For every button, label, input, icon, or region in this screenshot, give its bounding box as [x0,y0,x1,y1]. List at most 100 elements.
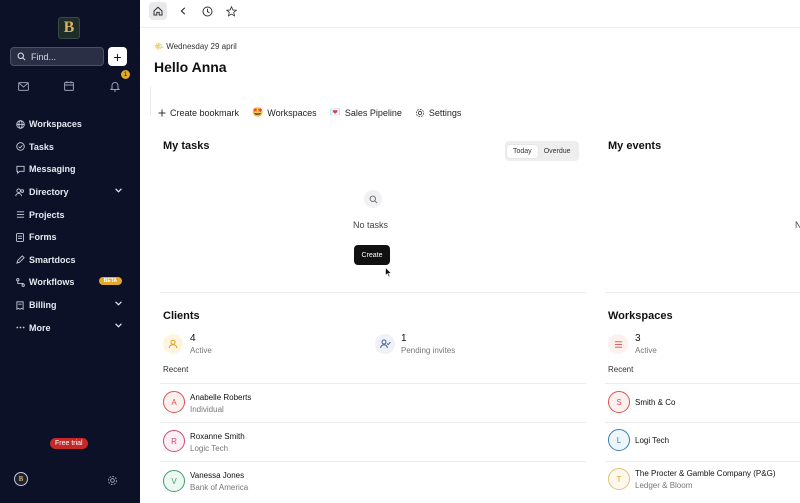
events-title: My events [608,140,662,152]
workspaces-title: Workspaces [608,310,673,322]
chat-icon [15,164,25,174]
sidebar-item-smartdocs[interactable]: Smartdocs [0,249,140,272]
workspace-subtitle: Ledger & Bloom [635,481,693,490]
sidebar-item-label: Projects [29,209,65,220]
divider [160,292,586,293]
sidebar-item-tasks[interactable]: Tasks [0,136,140,159]
workspace-name: Logi Tech [635,436,670,445]
flow-icon [15,277,25,287]
active-workspaces-icon [608,334,628,354]
globe-icon [15,119,25,129]
events-empty-text: N [795,220,800,230]
sun-emoji-icon: 🌤️ [154,42,164,51]
active-clients-label: Active [190,346,212,355]
page-title: Hello Anna [154,59,227,75]
avatar: S [608,391,630,413]
dots-icon [15,323,25,333]
bell-icon [110,81,120,91]
workspaces-bookmark[interactable]: 🤩 Workspaces [252,107,317,118]
tasks-title: My tasks [163,140,210,152]
gear-icon [415,108,425,118]
main-content: 🌤️ Wednesday 29 april Hello Anna Create … [140,0,800,503]
active-workspaces-label: Active [635,346,657,355]
workspace-name: The Procter & Gamble Company (P&G) [635,469,776,478]
inbox-button[interactable] [14,77,32,95]
chevron-down-icon [115,301,122,306]
create-bookmark-link[interactable]: Create bookmark [158,107,239,118]
home-button[interactable] [149,2,167,20]
avatar: T [608,468,630,490]
active-clients-icon [163,334,183,354]
top-toolbar [140,0,800,28]
client-name: Anabelle Roberts [190,393,252,402]
user-icon [168,339,178,349]
pen-icon [15,255,25,265]
divider [605,292,800,293]
sidebar-item-workflows[interactable]: Workflows BETA [0,271,140,294]
sidebar-item-workspaces[interactable]: Workspaces [0,113,140,136]
pending-invites-label: Pending invites [401,346,456,355]
calendar-button[interactable] [60,77,78,95]
find-input[interactable]: Find... [10,47,104,66]
sidebar-item-more[interactable]: More [0,316,140,339]
sidebar: B Find... + 1 Workspaces Tasks Messaging [0,0,140,503]
sidebar-item-forms[interactable]: Forms [0,226,140,249]
plus-icon: + [113,48,122,65]
date-text: Wednesday 29 april [166,42,237,51]
clock-icon [202,6,212,16]
tasks-filter: Today Overdue [505,141,579,161]
logo[interactable]: B [58,17,80,39]
sidebar-item-messaging[interactable]: Messaging [0,158,140,181]
client-subtitle: Logic Tech [190,444,229,453]
link-label: Settings [428,107,462,118]
sidebar-item-projects[interactable]: Projects [0,203,140,226]
quick-icons [0,77,140,95]
notification-badge: 1 [121,70,130,79]
sales-pipeline-bookmark[interactable]: 💌 Sales Pipeline [330,107,402,118]
notifications-button[interactable] [106,77,124,95]
create-new-button[interactable]: + [108,47,127,66]
mail-icon [17,81,29,91]
sidebar-settings-button[interactable] [107,473,118,491]
chevron-left-icon [180,7,186,15]
sidebar-item-label: Directory [29,187,69,198]
client-name: Vanessa Jones [190,471,245,480]
active-clients-count: 4 [190,333,196,344]
workspace-name: Smith & Co [635,398,676,407]
settings-bookmark[interactable]: Settings [415,107,462,118]
empty-state-icon [364,190,382,208]
divider [160,383,586,384]
avatar: A [163,391,185,413]
avatar: R [163,430,185,452]
pending-invites-count: 1 [401,333,407,344]
divider [605,422,800,423]
list-icon [15,210,25,220]
sidebar-item-label: Smartdocs [29,254,76,265]
user-avatar[interactable]: B [14,472,28,486]
find-placeholder: Find... [31,51,57,62]
favorite-button[interactable] [222,2,240,20]
sidebar-item-directory[interactable]: Directory [0,181,140,204]
divider [160,461,586,462]
filter-today[interactable]: Today [507,144,538,158]
sidebar-item-label: Messaging [29,164,76,175]
filter-overdue[interactable]: Overdue [538,145,577,158]
back-button[interactable] [174,2,192,20]
recent-clients-label: Recent [163,365,189,374]
search-icon [369,195,377,203]
bookmarks-bar: Create bookmark 🤩 Workspaces 💌 Sales Pip… [158,107,474,118]
sidebar-item-billing[interactable]: Billing [0,294,140,317]
divider [605,383,800,384]
calendar-icon [64,81,74,91]
link-label: Create bookmark [170,107,240,118]
create-task-button[interactable]: Create [354,245,390,265]
document-icon [15,232,25,242]
avatar: L [608,429,630,451]
recent-workspaces-label: Recent [608,365,634,374]
clients-title: Clients [163,310,200,322]
free-trial-badge[interactable]: Free trial [50,438,88,449]
emoji-face-icon: 🤩 [252,107,264,117]
sidebar-item-label: Workflows [29,277,75,288]
history-button[interactable] [198,2,216,20]
empty-state-text: No tasks [353,220,389,230]
